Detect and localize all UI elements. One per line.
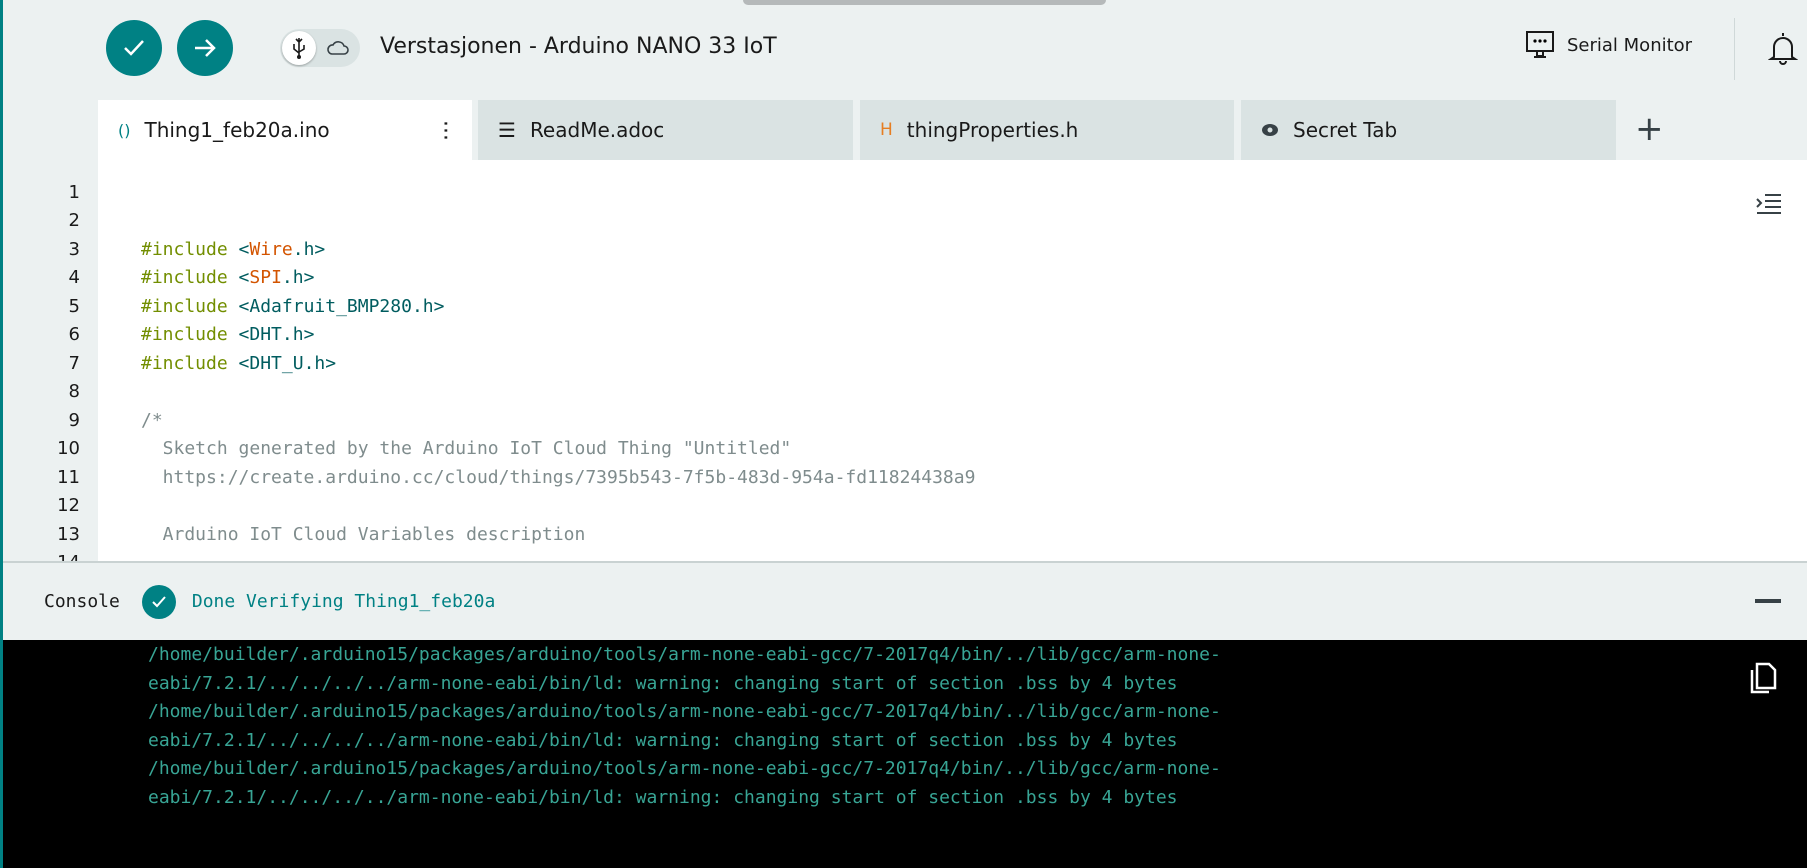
line-number: 9 <box>68 409 80 431</box>
line-number: 12 <box>57 495 80 517</box>
code-editor[interactable]: 1 2 3 #include <Wire.h> 4 #include <SPI.h> 5 #i… <box>3 160 1807 561</box>
code-token: < <box>238 238 250 260</box>
arrow-right-icon <box>195 39 216 57</box>
line-number: 13 <box>57 523 80 545</box>
tab-label: thingProperties.h <box>906 118 1079 142</box>
tab-label: ReadMe.adoc <box>529 118 665 142</box>
code-line: 8 <box>3 378 80 407</box>
code-token: https://create.arduino.cc/cloud/things/7… <box>141 466 976 488</box>
tab-readme[interactable]: ☰ ReadMe.adoc <box>478 100 853 160</box>
code-line: 6 #include <DHT.h> <box>3 321 315 350</box>
verify-button[interactable] <box>106 20 162 76</box>
serial-monitor-button[interactable]: Serial Monitor <box>1525 30 1692 60</box>
eye-icon <box>1262 124 1278 136</box>
tab-label: Secret Tab <box>1293 118 1398 142</box>
header-divider <box>1734 18 1735 80</box>
code-token: <DHT_U.h> <box>238 352 337 374</box>
console-line: eabi/7.2.1/../../../../arm-none-eabi/bin… <box>148 786 1178 808</box>
code-token: <Adafruit_BMP280.h> <box>238 295 445 317</box>
usb-icon <box>293 38 305 59</box>
line-number: 4 <box>68 267 80 289</box>
code-token: Sketch generated by the Arduino IoT Clou… <box>141 438 792 460</box>
lines-icon: ☰ <box>498 118 516 142</box>
console-status: Done Verifying Thing1_feb20a <box>191 591 496 612</box>
code-token: #include <box>141 295 239 317</box>
code-text: https://create.arduino.cc/cloud/things/7… <box>141 466 976 488</box>
line-number: 2 <box>68 210 80 232</box>
code-line: 9 /* <box>3 406 163 435</box>
code-braces-icon: () <box>118 120 131 140</box>
line-number: 7 <box>68 352 80 374</box>
copy-icon[interactable] <box>1745 660 1781 696</box>
code-token: Wire <box>249 238 293 260</box>
code-line: 10 Sketch generated by the Arduino IoT C… <box>3 435 791 464</box>
line-number: 10 <box>57 438 80 460</box>
code-token: #include <box>141 324 239 346</box>
console-label: Console <box>44 591 120 612</box>
cloud-icon <box>327 41 349 55</box>
line-number: 14 <box>3 552 80 561</box>
code-token: < <box>238 267 250 289</box>
console-line: /home/builder/.arduino15/packages/arduin… <box>148 644 1221 665</box>
code-text: #include <DHT_U.h> <box>141 353 336 374</box>
code-text: #include <SPI.h> <box>141 267 314 288</box>
tab-more-icon[interactable]: ··· <box>432 120 457 141</box>
code-line: 5 #include <Adafruit_BMP280.h> <box>3 292 445 321</box>
code-token: #include <box>141 238 239 260</box>
code-line: 3 #include <Wire.h> <box>3 235 326 264</box>
console-line: eabi/7.2.1/../../../../arm-none-eabi/bin… <box>148 729 1178 751</box>
code-token: SPI <box>249 267 282 289</box>
code-text: Arduino IoT Cloud Variables description <box>141 523 586 545</box>
code-line: 7 #include <DHT_U.h> <box>3 349 337 378</box>
code-line: 11 https://create.arduino.cc/cloud/thing… <box>3 463 975 492</box>
line-number: 1 <box>68 181 80 203</box>
line-number: 5 <box>68 295 80 317</box>
code-text: #include <Adafruit_BMP280.h> <box>141 296 444 317</box>
tab-thing1-ino[interactable]: () Thing1_feb20a.ino ··· <box>98 100 472 160</box>
code-text: #include <DHT.h> <box>141 324 314 345</box>
code-token: /* <box>141 409 163 431</box>
line-number: 8 <box>68 381 80 403</box>
notifications-bell-icon[interactable] <box>1767 30 1799 70</box>
h-icon: H <box>880 120 893 140</box>
serial-monitor-label: Serial Monitor <box>1567 34 1693 56</box>
upload-button[interactable] <box>177 20 233 76</box>
code-token: <DHT.h> <box>238 324 315 346</box>
console-line: /home/builder/.arduino15/packages/arduin… <box>148 758 1221 779</box>
code-text: /* <box>141 410 163 431</box>
code-token: Arduino IoT Cloud Variables description <box>141 523 586 545</box>
tab-thingproperties[interactable]: H thingProperties.h <box>860 100 1234 160</box>
code-token: .h> <box>292 238 326 260</box>
code-line: 1 <box>3 178 80 207</box>
tab-label: Thing1_feb20a.ino <box>144 118 330 142</box>
code-line: 14 <box>3 549 80 561</box>
tab-secret[interactable]: Secret Tab <box>1241 100 1616 160</box>
console-output: /home/builder/.arduino15/packages/arduin… <box>3 640 1807 868</box>
console-line: /home/builder/.arduino15/packages/arduin… <box>148 701 1221 722</box>
connection-toggle[interactable] <box>280 29 360 67</box>
code-line: 2 <box>3 207 80 236</box>
line-number: 11 <box>57 466 80 488</box>
code-line: 13 Arduino IoT Cloud Variables descripti… <box>3 520 585 549</box>
code-text: #include <Wire.h> <box>141 239 325 260</box>
console-line: eabi/7.2.1/../../../../arm-none-eabi/bin… <box>148 672 1178 694</box>
code-line: 4 #include <SPI.h> <box>3 264 315 293</box>
add-tab-button[interactable]: + <box>1635 112 1664 146</box>
console-header: Console Done Verifying Thing1_feb20a <box>3 561 1807 640</box>
check-icon <box>124 40 144 56</box>
top-scroll-handle[interactable] <box>743 0 1106 5</box>
board-title: Verstasjonen - Arduino NANO 33 IoT <box>380 34 777 59</box>
minimize-console-button[interactable] <box>1755 599 1781 603</box>
code-line: 12 <box>3 492 80 521</box>
success-check-icon <box>141 584 176 619</box>
code-token: #include <box>141 267 239 289</box>
code-text: Sketch generated by the Arduino IoT Clou… <box>141 438 792 460</box>
code-token: .h> <box>281 267 315 289</box>
line-number: 3 <box>68 238 80 260</box>
monitor-icon <box>1526 31 1554 58</box>
line-number: 6 <box>68 324 80 346</box>
code-token: #include <box>141 352 239 374</box>
indent-icon[interactable] <box>1755 192 1783 216</box>
